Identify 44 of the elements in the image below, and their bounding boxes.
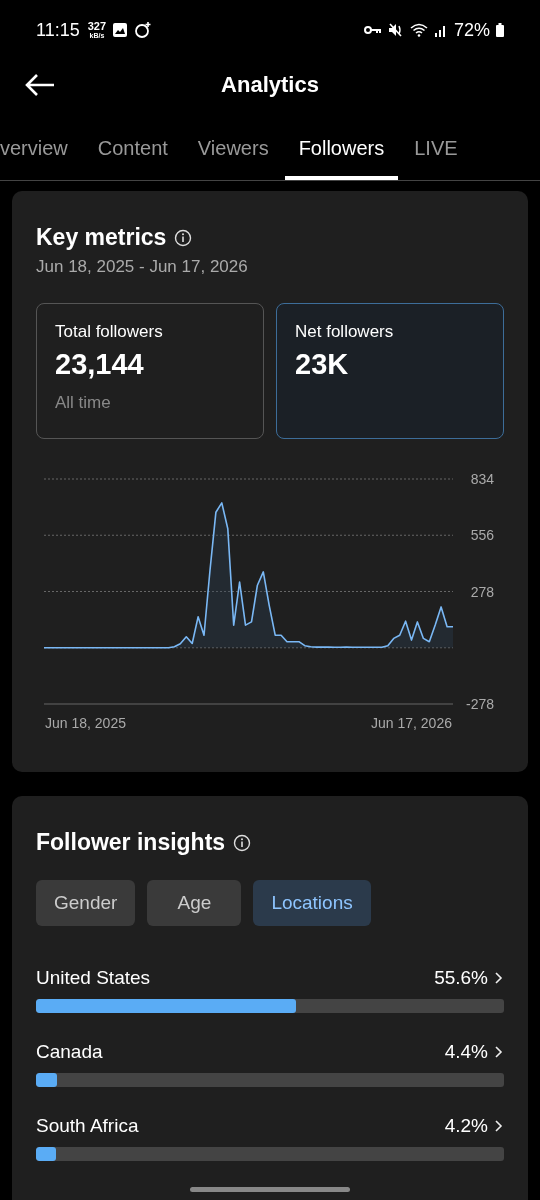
- page-title: Analytics: [221, 72, 319, 98]
- metric-label: Net followers: [295, 322, 395, 342]
- image-icon: [112, 22, 129, 38]
- battery-icon: [496, 23, 504, 37]
- axis-label: 834: [470, 471, 494, 487]
- wifi-icon: [409, 23, 428, 37]
- location-share: 4.4%: [444, 1041, 488, 1063]
- info-icon[interactable]: [233, 833, 252, 852]
- tab[interactable]: LIVE: [414, 123, 458, 180]
- signal-icon: [433, 23, 448, 37]
- metric-tile[interactable]: Net followers 23K: [276, 303, 504, 439]
- metric-label: Total followers: [55, 322, 164, 342]
- tab[interactable]: Followers: [284, 123, 399, 180]
- axis-label: -278: [465, 696, 494, 712]
- clock: 11:15: [36, 19, 80, 41]
- chevron-icon[interactable]: [494, 1045, 504, 1059]
- metric-value: 23,144: [55, 348, 145, 381]
- battery-level: 72%: [453, 19, 490, 41]
- date-range: Jun 18, 2025 - Jun 17, 2026: [36, 257, 249, 277]
- location-share: 4.2%: [444, 1115, 488, 1137]
- axis-label: Jun 18, 2025: [45, 715, 126, 731]
- filter-chip[interactable]: Gender: [36, 880, 136, 926]
- chevron-icon[interactable]: [494, 971, 504, 985]
- axis-label: 556: [470, 527, 494, 544]
- tab[interactable]: Viewers: [197, 123, 269, 180]
- filter-chip[interactable]: Locations: [253, 880, 371, 926]
- metric-tile[interactable]: Total followers 23,144 All time: [36, 303, 264, 439]
- tab[interactable]: Content: [97, 123, 168, 180]
- key-icon: [363, 25, 382, 35]
- tab[interactable]: verview: [0, 123, 68, 180]
- location-name: Canada: [36, 1041, 103, 1063]
- location-share: 55.6%: [434, 967, 488, 989]
- metric-value: 23K: [295, 348, 350, 381]
- metric-note: All time: [55, 393, 112, 413]
- section-title: Key metrics: [36, 224, 167, 251]
- filter-chip[interactable]: Age: [147, 880, 242, 926]
- axis-label: Jun 17, 2026: [371, 715, 452, 731]
- section-title: Follower insights: [36, 829, 226, 856]
- axis-label: 278: [470, 583, 494, 600]
- mute-icon: [387, 23, 404, 37]
- info-icon[interactable]: [174, 228, 193, 247]
- location-name: South Africa: [36, 1115, 139, 1137]
- chevron-icon[interactable]: [494, 1119, 504, 1133]
- location-name: United States: [36, 967, 151, 989]
